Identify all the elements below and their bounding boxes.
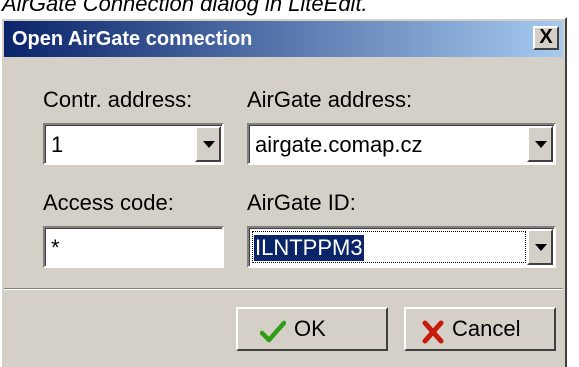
- airgate-address-label: AirGate address:: [247, 87, 413, 112]
- contr-address-select[interactable]: 1: [43, 123, 224, 165]
- airgate-id-label: AirGate ID:: [247, 190, 356, 215]
- airgate-address-dropdown-button[interactable]: [527, 126, 553, 162]
- airgate-id-value: ILNTPPM3: [254, 235, 364, 261]
- button-area-divider: [4, 288, 563, 290]
- x-mark-icon: [422, 317, 444, 357]
- airgate-id-select[interactable]: ILNTPPM3: [247, 226, 556, 268]
- close-button[interactable]: X: [533, 26, 559, 50]
- chevron-down-icon: [203, 141, 215, 148]
- airgate-connection-dialog: Open AirGate connection X Contr. address…: [0, 17, 567, 367]
- cancel-button[interactable]: Cancel: [404, 307, 556, 351]
- chevron-down-icon: [535, 244, 547, 251]
- contr-address-value: 1: [51, 132, 64, 157]
- airgate-id-dropdown-button[interactable]: [527, 229, 553, 265]
- close-icon: X: [539, 26, 553, 48]
- figure-caption: AirGate Connection dialog in LiteEdit.: [2, 0, 368, 16]
- dialog-title: Open AirGate connection: [12, 28, 253, 50]
- airgate-address-value: airgate.comap.cz: [255, 132, 423, 157]
- title-bar: Open AirGate connection X: [4, 21, 563, 57]
- access-code-value: *: [51, 235, 60, 260]
- ok-button[interactable]: OK: [236, 307, 388, 351]
- checkmark-icon: [259, 317, 287, 357]
- cancel-label: Cancel: [452, 316, 521, 341]
- airgate-address-select[interactable]: airgate.comap.cz: [247, 123, 556, 165]
- access-code-label: Access code:: [43, 190, 174, 215]
- ok-label: OK: [294, 316, 326, 341]
- contr-address-label: Contr. address:: [43, 87, 193, 112]
- chevron-down-icon: [535, 141, 547, 148]
- access-code-field[interactable]: *: [43, 226, 224, 268]
- contr-address-dropdown-button[interactable]: [195, 126, 221, 162]
